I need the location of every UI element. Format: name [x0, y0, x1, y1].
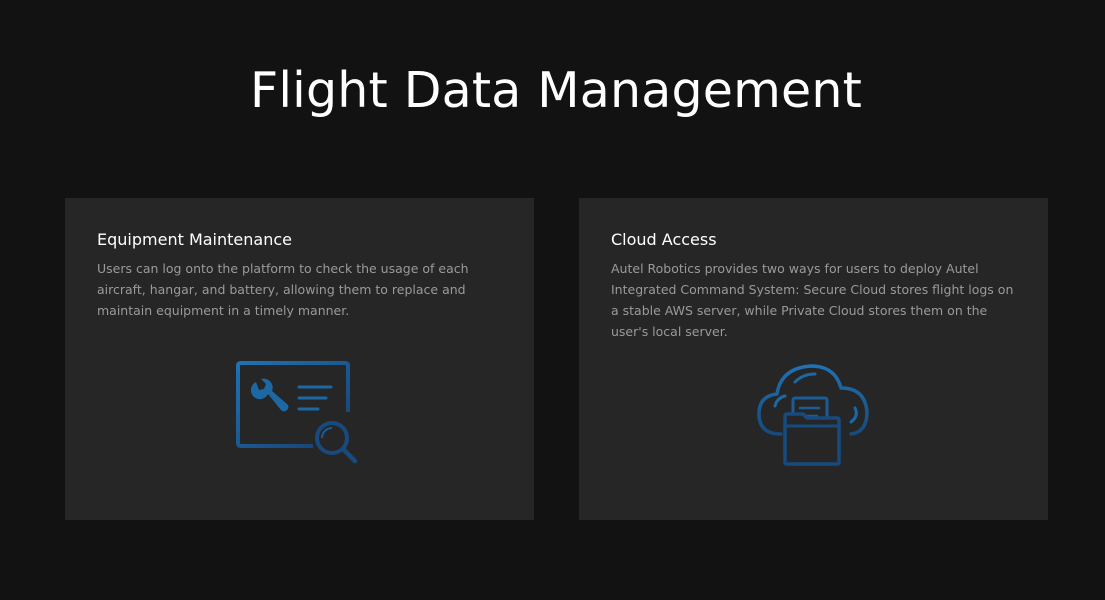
equipment-maintenance-icon	[236, 361, 358, 464]
equipment-maintenance-card: Equipment Maintenance Users can log onto…	[65, 198, 534, 520]
card-title: Equipment Maintenance	[97, 230, 292, 249]
card-title: Cloud Access	[611, 230, 717, 249]
cloud-access-card: Cloud Access Autel Robotics provides two…	[579, 198, 1048, 520]
card-description: Users can log onto the platform to check…	[97, 261, 469, 318]
page-title: Flight Data Management	[249, 62, 863, 119]
cloud-folder-icon	[757, 364, 869, 466]
card-description: Autel Robotics provides two ways for use…	[611, 261, 1014, 339]
